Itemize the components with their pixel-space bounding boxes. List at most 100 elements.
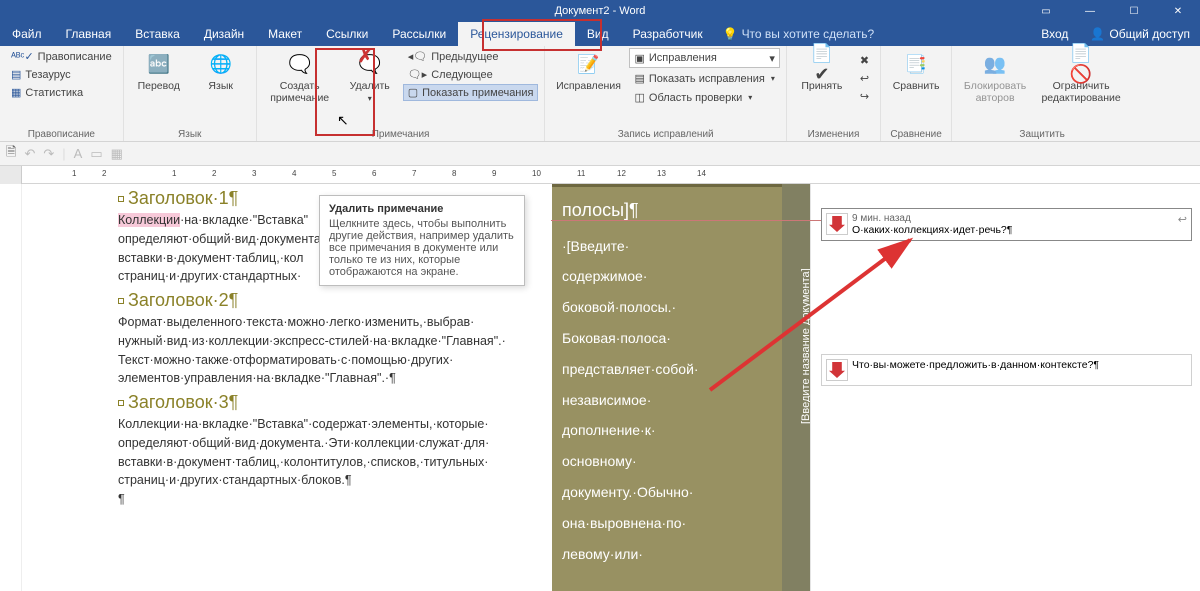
heading-3: Заголовок·3¶	[118, 392, 542, 413]
group-compare: 📑 Сравнить Сравнение	[881, 46, 952, 141]
window-title: Документ2 - Word	[555, 5, 646, 17]
reply-icon[interactable]: ↩	[1178, 213, 1187, 236]
accept-icon: 📄✔	[808, 50, 836, 78]
tab-view[interactable]: Вид	[575, 22, 621, 46]
pane-icon: ◫	[634, 91, 644, 104]
heading-2: Заголовок·2¶	[118, 290, 542, 311]
signin-link[interactable]: Вход	[1029, 27, 1080, 41]
qat-font-icon[interactable]: Α	[74, 146, 83, 161]
tab-insert[interactable]: Вставка	[123, 22, 192, 46]
quick-access-toolbar: 🗎 ↶ ↷ | Α ▭ ▦	[0, 142, 1200, 166]
sidebar-textbox[interactable]: полосы]¶ ·[Введите· содержимое· боковой·…	[552, 184, 782, 591]
display-icon: ▣	[634, 52, 644, 65]
rotated-label: [Введите название документа]	[782, 184, 810, 591]
vertical-ruler[interactable]	[0, 184, 22, 591]
avatar-icon	[826, 359, 848, 381]
block-authors-button: 👥 Блокировать авторов	[958, 48, 1032, 106]
comment-text: О·каких·коллекциях·идет·речь?¶	[852, 224, 1174, 236]
group-protect: 👥 Блокировать авторов 📄🚫 Ограничить реда…	[952, 46, 1132, 141]
tooltip-body: Щелкните здесь, чтобы выполнить другие д…	[329, 218, 515, 278]
sidebar-body: ·[Введите· содержимое· боковой·полосы.· …	[562, 231, 772, 570]
ruler-corner	[0, 166, 22, 184]
close-button[interactable]: ✕	[1156, 0, 1200, 22]
person-icon: 👤	[1090, 27, 1105, 41]
paragraph-2: Формат·выделенного·текста·можно·легко·из…	[118, 313, 542, 388]
share-button[interactable]: 👤 Общий доступ	[1080, 27, 1200, 41]
horizontal-ruler[interactable]: 121234567891011121314	[0, 166, 1200, 184]
comment-1[interactable]: 9 мин. назад О·каких·коллекциях·идет·реч…	[821, 208, 1192, 241]
show-markup-button[interactable]: ▤Показать исправления▾	[629, 70, 779, 87]
reject-icon: ✖	[860, 54, 869, 67]
delete-comment-icon: 🗨️✗	[356, 50, 384, 78]
tab-layout[interactable]: Макет	[256, 22, 314, 46]
thesaurus-button[interactable]: ▤Тезаурус	[6, 66, 117, 83]
group-changes: 📄✔ Принять ✖ ↩ ↪ Изменения	[787, 46, 881, 141]
empty-para: ¶	[118, 490, 542, 509]
tab-file[interactable]: Файл	[0, 22, 54, 46]
track-icon: 📝	[574, 50, 602, 78]
tab-home[interactable]: Главная	[54, 22, 124, 46]
language-button[interactable]: 🌐 Язык	[192, 48, 250, 94]
paragraph-3: Коллекции·на·вкладке·"Вставка"·содержат·…	[118, 415, 542, 490]
prev-icon: ◂🗨	[408, 50, 428, 63]
translate-icon: 🔤	[145, 50, 173, 78]
bulb-icon: 💡	[723, 27, 738, 41]
abc-icon: ᴬᴮᶜ✓	[11, 50, 34, 63]
group-tracking: 📝 Исправления ▣ Исправления ▾ ▤Показать …	[545, 46, 786, 141]
spelling-button[interactable]: ᴬᴮᶜ✓Правописание	[6, 48, 117, 65]
tab-review[interactable]: Рецензирование	[458, 22, 575, 46]
maximize-button[interactable]: ☐	[1112, 0, 1156, 22]
comments-pane: 9 мин. назад О·каких·коллекциях·идет·реч…	[810, 184, 1200, 591]
highlighted-word: Коллекции	[118, 213, 180, 227]
prev-change-button[interactable]: ↩	[855, 70, 874, 87]
comment-connector-1	[551, 220, 821, 221]
chevron-down-icon: ▾	[368, 94, 372, 103]
delete-comment-button[interactable]: 🗨️✗ Удалить ▾	[341, 48, 399, 106]
tell-me-search[interactable]: 💡 Что вы хотите сделать?	[723, 22, 875, 46]
restrict-editing-button[interactable]: 📄🚫 Ограничить редактирование	[1036, 48, 1126, 106]
stats-icon: ▦	[11, 86, 21, 99]
translate-button[interactable]: 🔤 Перевод	[130, 48, 188, 94]
wordcount-button[interactable]: ▦Статистика	[6, 84, 117, 101]
up-icon: ↩	[860, 72, 869, 85]
next-change-button[interactable]: ↪	[855, 88, 874, 105]
compare-button[interactable]: 📑 Сравнить	[887, 48, 945, 94]
down-icon: ↪	[860, 90, 869, 103]
avatar-icon	[826, 213, 848, 235]
tab-developer[interactable]: Разработчик	[621, 22, 715, 46]
book-icon: ▤	[11, 68, 21, 81]
group-proofing: ᴬᴮᶜ✓Правописание ▤Тезаурус ▦Статистика П…	[0, 46, 124, 141]
restrict-icon: 📄🚫	[1067, 50, 1095, 78]
ribbon-options-icon[interactable]: ▭	[1024, 0, 1068, 22]
next-comment-button[interactable]: 🗨▸Следующее	[403, 66, 539, 83]
comment-text: Что·вы·можете·предложить·в·данном·контек…	[852, 359, 1187, 371]
new-comment-button[interactable]: 🗨️ Создать примечание	[263, 48, 337, 106]
tab-references[interactable]: Ссылки	[314, 22, 380, 46]
comment-icon: 🗨️	[286, 50, 314, 78]
title-bar: Документ2 - Word ▭ — ☐ ✕	[0, 0, 1200, 22]
document-area: Заголовок·1¶ Коллекции·на·вкладке·"Встав…	[0, 184, 1200, 591]
show-comments-button[interactable]: ▢Показать примечания	[403, 84, 539, 101]
markup-icon: ▤	[634, 72, 644, 85]
comment-2[interactable]: Что·вы·можете·предложить·в·данном·контек…	[821, 354, 1192, 386]
comment-time: 9 мин. назад	[852, 213, 1174, 224]
qat-ruler-icon[interactable]: ▭	[90, 146, 102, 162]
qat-redo-icon[interactable]: ↷	[43, 146, 54, 162]
qat-new-icon[interactable]: 🗎	[6, 143, 16, 165]
compare-icon: 📑	[902, 50, 930, 78]
qat-undo-icon[interactable]: ↶	[24, 146, 35, 162]
group-language: 🔤 Перевод 🌐 Язык Язык	[124, 46, 257, 141]
reject-button[interactable]: ✖	[855, 52, 874, 69]
track-changes-button[interactable]: 📝 Исправления	[551, 48, 625, 106]
qat-zoom-icon[interactable]: ▦	[111, 146, 123, 162]
chevron-down-icon: ▾	[769, 52, 775, 65]
ribbon: ᴬᴮᶜ✓Правописание ▤Тезаурус ▦Статистика П…	[0, 46, 1200, 142]
tab-mailings[interactable]: Рассылки	[380, 22, 458, 46]
display-review-dropdown[interactable]: ▣ Исправления ▾	[629, 48, 779, 68]
prev-comment-button[interactable]: ◂🗨Предыдущее	[403, 48, 539, 65]
delete-comment-tooltip: Удалить примечание Щелкните здесь, чтобы…	[319, 195, 525, 286]
accept-button[interactable]: 📄✔ Принять	[793, 48, 851, 105]
tab-design[interactable]: Дизайн	[192, 22, 256, 46]
reviewing-pane-button[interactable]: ◫Область проверки▾	[629, 89, 779, 106]
minimize-button[interactable]: —	[1068, 0, 1112, 22]
